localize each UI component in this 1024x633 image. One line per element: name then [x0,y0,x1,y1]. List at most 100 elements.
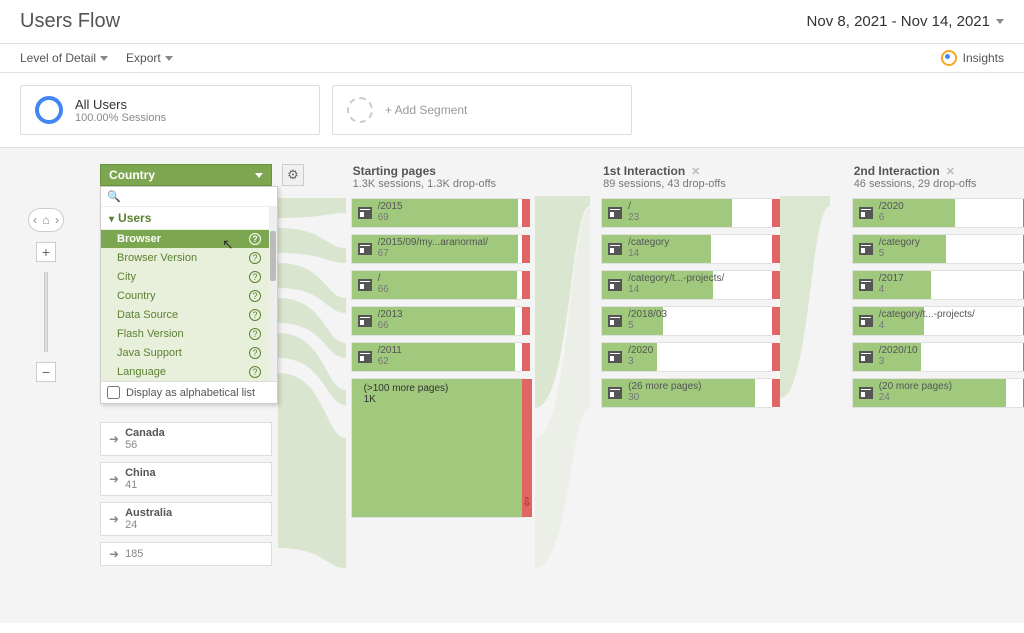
page-icon [608,315,622,327]
page-icon [608,243,622,255]
flow-canvas[interactable]: ‹ ⌂ › + − Country [0,147,1024,623]
dimension-dropdown[interactable]: Country [100,164,272,186]
dimension-value[interactable]: ➜185 [100,542,272,566]
remove-column-button[interactable]: ✕ [691,165,700,178]
date-range-picker[interactable]: Nov 8, 2021 - Nov 14, 2021 [807,13,1004,30]
dropoff-indicator [522,199,530,227]
dropoff-indicator [522,343,530,371]
flow-node[interactable]: /20206 [852,198,1024,228]
segment-card-all-users[interactable]: All Users 100.00% Sessions [20,85,320,135]
flow-node-more[interactable]: (20 more pages)24 [852,378,1024,408]
dimension-value[interactable]: ➜Australia24 [100,502,272,536]
dimension-option-flash-version[interactable]: Flash Version? [101,324,269,343]
page-title: Users Flow [20,10,120,33]
page-icon [859,279,873,291]
page-icon [608,351,622,363]
flow-node[interactable]: /201162 [351,342,523,372]
dimension-group-users[interactable]: Users [101,207,269,229]
gear-icon: ⚙ [287,167,299,183]
dimension-option-data-source[interactable]: Data Source? [101,305,269,324]
flow-node[interactable]: /category5 [852,234,1024,264]
page-icon [608,207,622,219]
dropoff-indicator [772,379,780,407]
dimension-option-language[interactable]: Language? [101,362,269,381]
alphabetical-checkbox[interactable] [107,386,120,399]
chevron-down-icon [100,56,108,61]
flow-node[interactable]: /23 [601,198,773,228]
dimension-search-input[interactable] [125,191,271,203]
level-of-detail-dropdown[interactable]: Level of Detail [20,51,108,65]
dropoff-arrow-icon: ⇩ [522,495,532,509]
dimension-option-city[interactable]: City? [101,267,269,286]
column-title: 1st Interaction [603,164,685,178]
flow-node[interactable]: /category/t...-projects/14 [601,270,773,300]
flow-node[interactable]: /201569 [351,198,523,228]
arrow-icon: ➜ [109,472,119,486]
insights-icon [941,50,957,66]
dropoff-indicator [772,271,780,299]
segment-circle-icon [35,96,63,124]
help-icon[interactable]: ? [249,347,261,359]
help-icon[interactable]: ? [249,271,261,283]
dimension-option-browser[interactable]: Browser? [101,229,269,248]
dropdown-scrollbar[interactable] [269,207,277,381]
segment-subtitle: 100.00% Sessions [75,112,166,124]
page-icon [859,243,873,255]
dropoff-indicator [522,307,530,335]
flow-node[interactable]: /category14 [601,234,773,264]
dimension-option-country[interactable]: Country? [101,286,269,305]
dimension-option-browser-version[interactable]: Browser Version? [101,248,269,267]
flow-node[interactable]: /20174 [852,270,1024,300]
page-icon [358,279,372,291]
segment-name: All Users [75,97,166,112]
dropoff-indicator [772,235,780,263]
export-dropdown[interactable]: Export [126,51,173,65]
flow-node[interactable]: /2015/09/my...aranormal/67 [351,234,523,264]
dimension-settings-button[interactable]: ⚙ [282,164,304,186]
date-range-text: Nov 8, 2021 - Nov 14, 2021 [807,13,990,30]
dimension-option-java-support[interactable]: Java Support? [101,343,269,362]
page-icon [859,315,873,327]
page-icon [358,351,372,363]
chevron-down-icon [255,173,263,178]
dropoff-indicator [772,199,780,227]
flow-node[interactable]: /201366 [351,306,523,336]
flow-node[interactable]: /66 [351,270,523,300]
help-icon[interactable]: ? [249,290,261,302]
remove-column-button[interactable]: ✕ [946,165,955,178]
help-icon[interactable]: ? [249,233,261,245]
dropoff-indicator [522,235,530,263]
arrow-icon: ➜ [109,512,119,526]
flow-node[interactable]: /2018/035 [601,306,773,336]
help-icon[interactable]: ? [249,252,261,264]
page-icon [608,387,622,399]
column-subtitle: 89 sessions, 43 drop-offs [603,178,773,190]
alphabetical-label: Display as alphabetical list [126,387,255,399]
flow-node[interactable]: /20203 [601,342,773,372]
chevron-down-icon [165,56,173,61]
flow-node[interactable]: /2020/103 [852,342,1024,372]
flow-node-more[interactable]: (26 more pages)30 [601,378,773,408]
help-icon[interactable]: ? [249,328,261,340]
search-icon: 🔍 [107,190,121,203]
flow-node-more[interactable]: ⇩(>100 more pages)1K [351,378,523,518]
arrow-icon: ➜ [109,547,119,561]
add-segment-button[interactable]: + Add Segment [332,85,632,135]
column-subtitle: 46 sessions, 29 drop-offs [854,178,1024,190]
help-icon[interactable]: ? [249,309,261,321]
page-icon [859,351,873,363]
dimension-value[interactable]: ➜Canada56 [100,422,272,456]
page-icon [358,243,372,255]
dimension-value[interactable]: ➜China41 [100,462,272,496]
dropoff-indicator [772,307,780,335]
dimension-dropdown-panel: 🔍 Users Browser?Browser Version?City?Cou… [100,186,278,404]
page-icon [358,207,372,219]
dropoff-indicator [772,343,780,371]
page-icon [358,315,372,327]
flow-node[interactable]: /category/t...-projects/4 [852,306,1024,336]
dropoff-indicator [522,271,530,299]
chevron-down-icon [996,19,1004,24]
help-icon[interactable]: ? [249,366,261,378]
page-icon [859,387,873,399]
insights-button[interactable]: Insights [941,50,1004,66]
